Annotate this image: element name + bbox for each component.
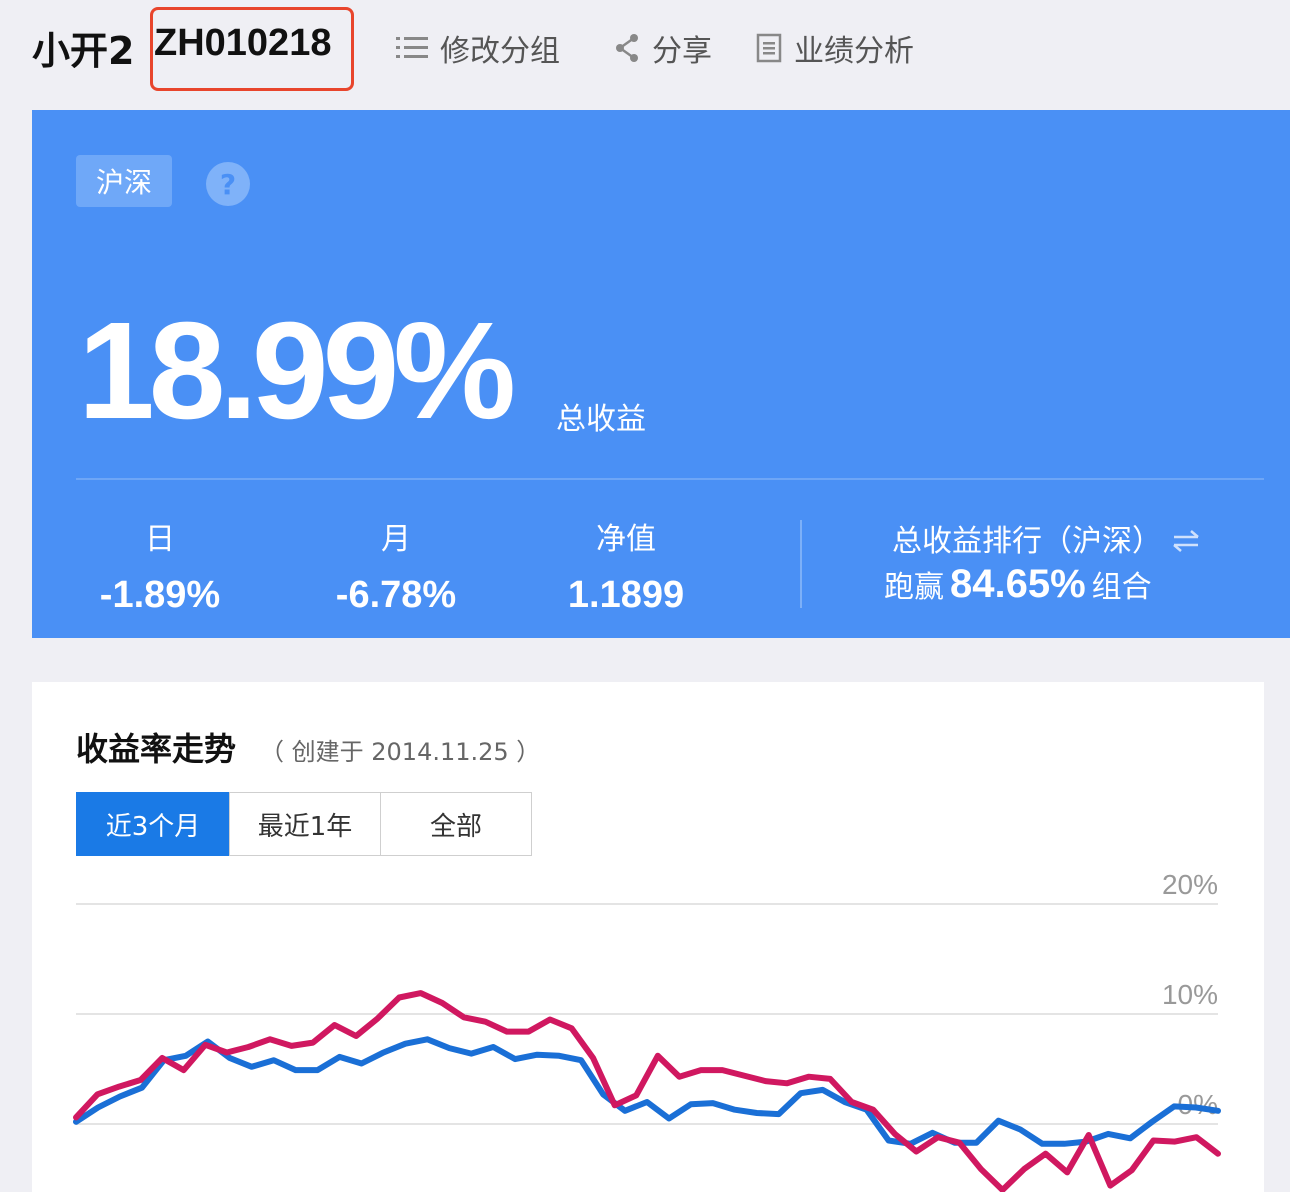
rank-prefix: 跑赢 (884, 570, 944, 605)
y-tick-label: 10% (1162, 979, 1218, 1010)
net-value: 净值 1.1899 (560, 514, 692, 617)
summary-card: 沪深 ? 18.99% 总收益 日 -1.89% 月 -6.78% 净值 1.1… (32, 110, 1290, 638)
month-change: 月 -6.78% (324, 514, 468, 617)
total-return-label: 总收益 (556, 402, 646, 437)
tab-3-months[interactable]: 近3个月 (76, 792, 230, 856)
period-tabs: 近3个月 最近1年 全部 (76, 792, 532, 856)
portfolio-name: 小开2 (32, 29, 135, 73)
performance-label: 业绩分析 (794, 34, 914, 69)
created-date: （ 创建于 2014.11.25 ） (260, 738, 541, 766)
rank-title[interactable]: 总收益排行（沪深） (892, 516, 1200, 560)
market-tag: 沪深 (76, 155, 172, 207)
highlight-box (150, 7, 354, 91)
rank-suffix: 组合 (1091, 570, 1152, 605)
list-icon (396, 37, 428, 58)
share-button[interactable]: 分享 (614, 28, 712, 69)
share-icon (616, 34, 638, 62)
series-line-0 (73, 1036, 1221, 1147)
swap-icon (1172, 530, 1199, 552)
total-return-value: 18.99% (78, 294, 516, 448)
month-label: 月 (381, 522, 411, 557)
share-label: 分享 (652, 34, 712, 69)
rank-title-label: 总收益排行（沪深） (892, 524, 1162, 559)
performance-button[interactable]: 业绩分析 (756, 28, 914, 69)
divider (76, 478, 1264, 480)
edit-group-label: 修改分组 (440, 34, 560, 69)
day-value: -1.89% (99, 574, 221, 616)
return-chart: 20%10%0% (73, 869, 1221, 1192)
help-icon[interactable]: ? (206, 162, 250, 206)
nav-value: 1.1899 (567, 574, 685, 616)
rank-line: 跑赢 84.65% 组合 (884, 562, 1152, 607)
month-value: -6.78% (335, 574, 457, 616)
vertical-divider (800, 520, 802, 608)
tab-1-year[interactable]: 最近1年 (229, 792, 381, 856)
tab-all[interactable]: 全部 (380, 792, 532, 856)
chart-title: 收益率走势 (76, 730, 237, 768)
day-change: 日 -1.89% (90, 514, 230, 617)
series-line-1 (73, 990, 1221, 1192)
nav-label: 净值 (596, 522, 656, 557)
document-icon (756, 33, 782, 63)
return-trend-card: 收益率走势 （ 创建于 2014.11.25 ） 近3个月 最近1年 全部 20… (32, 682, 1264, 1192)
y-tick-label: 20% (1162, 869, 1218, 900)
day-label: 日 (145, 522, 175, 557)
header: 小开2 ZH010218 修改分组 分享 业绩分析 (0, 0, 1290, 100)
edit-group-button[interactable]: 修改分组 (396, 28, 560, 69)
rank-value: 84.65% (950, 562, 1086, 606)
